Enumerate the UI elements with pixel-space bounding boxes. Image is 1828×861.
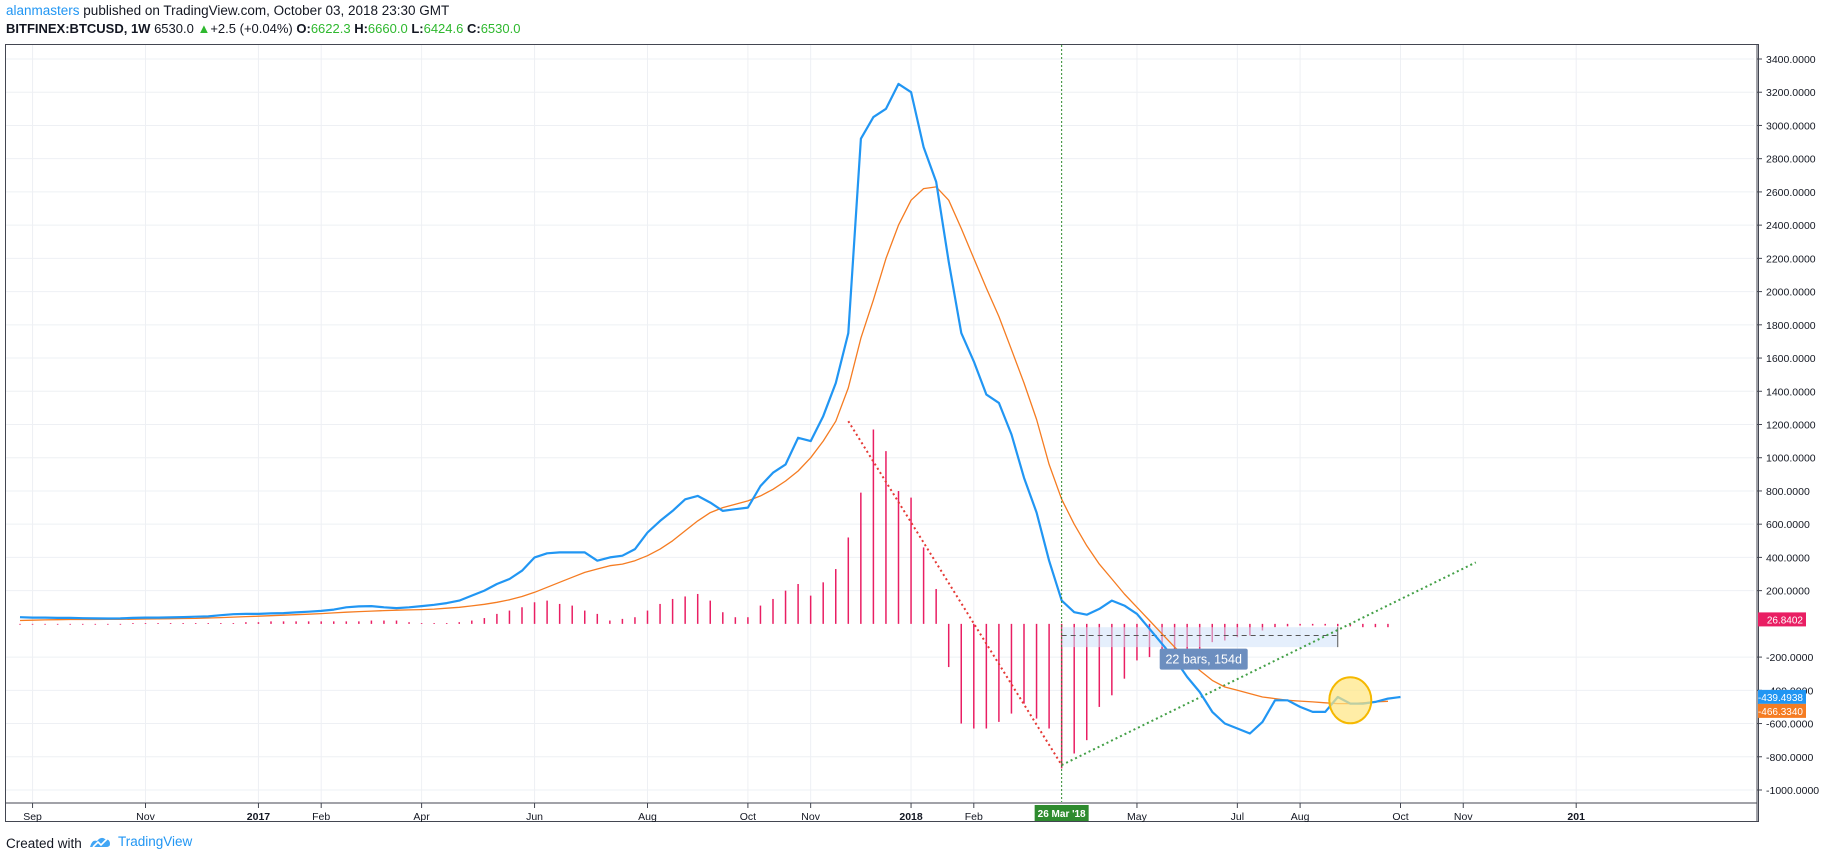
y-tick-label: 2400.0000 [1766, 220, 1816, 232]
chart-canvas[interactable]: 3400.0000 3200.0000 3000.0000 2800.0000 2600… [0, 0, 1828, 824]
footer: Created with TradingView [0, 824, 1828, 861]
slow-line [19, 186, 1389, 705]
y-tick-label: -200.0000 [1766, 652, 1813, 664]
x-tick-label: Oct [1392, 811, 1408, 823]
x-tick-label: Aug [638, 811, 657, 823]
x-tick-label: Nov [136, 811, 155, 823]
y-tick-label: 1000.0000 [1766, 453, 1816, 465]
y-tick-label: 2800.0000 [1766, 154, 1816, 166]
tradingview-link[interactable]: TradingView [118, 834, 192, 849]
y-tick-label: 3400.0000 [1766, 54, 1816, 66]
x-tick-label: Feb [965, 811, 983, 823]
tradingview-brand[interactable]: TradingView [88, 834, 192, 849]
y-tick-label: 2600.0000 [1766, 187, 1816, 199]
x-tick-label: Sep [23, 811, 42, 823]
x-tick-label: Feb [312, 811, 330, 823]
y-tick-label: 2000.0000 [1766, 287, 1816, 299]
x-tick-label: 201 [1567, 811, 1585, 823]
x-tick-label: Jun [526, 811, 543, 823]
x-tick-label: Jul [1231, 811, 1244, 823]
y-tick-label: 3000.0000 [1766, 120, 1816, 132]
x-tick-label: May [1127, 811, 1148, 823]
y-tick-label: -1000.0000 [1766, 785, 1819, 797]
y-tick-label: -800.0000 [1766, 752, 1813, 764]
slow-value-badge: -466.3340 [1758, 707, 1803, 718]
y-tick-label: 3200.0000 [1766, 87, 1816, 99]
x-tick-label: 2017 [247, 811, 271, 823]
x-tick-label: Nov [1454, 811, 1473, 823]
y-tick-label: -600.0000 [1766, 719, 1813, 731]
y-tick-label: 1400.0000 [1766, 386, 1816, 398]
trend-line-red [847, 420, 1063, 766]
tradingview-logo-icon [90, 837, 110, 848]
y-tick-label: 1800.0000 [1766, 320, 1816, 332]
x-tick-label: Oct [740, 811, 756, 823]
x-tick-label: Apr [413, 811, 430, 823]
fast-value-badge: -439.4938 [1758, 693, 1803, 704]
crosshair-time-label: 26 Mar '18 [1038, 809, 1086, 820]
y-tick-label: 800.0000 [1766, 486, 1810, 498]
measure-label: 22 bars, 154d [1165, 653, 1241, 667]
y-tick-label: 600.0000 [1766, 519, 1810, 531]
hist-value-badge: 26.8402 [1767, 615, 1804, 626]
y-tick-label: 200.0000 [1766, 586, 1810, 598]
measure-box [1061, 627, 1338, 648]
x-tick-label: 2018 [899, 811, 923, 823]
y-tick-label: 1600.0000 [1766, 353, 1816, 365]
created-with-text: Created with [6, 836, 82, 851]
x-tick-label: Nov [801, 811, 820, 823]
highlight-circle [1328, 676, 1373, 725]
y-tick-label: 400.0000 [1766, 552, 1810, 564]
y-tick-label: 1200.0000 [1766, 420, 1816, 432]
y-tick-label: 2200.0000 [1766, 253, 1816, 265]
x-tick-label: Aug [1291, 811, 1310, 823]
